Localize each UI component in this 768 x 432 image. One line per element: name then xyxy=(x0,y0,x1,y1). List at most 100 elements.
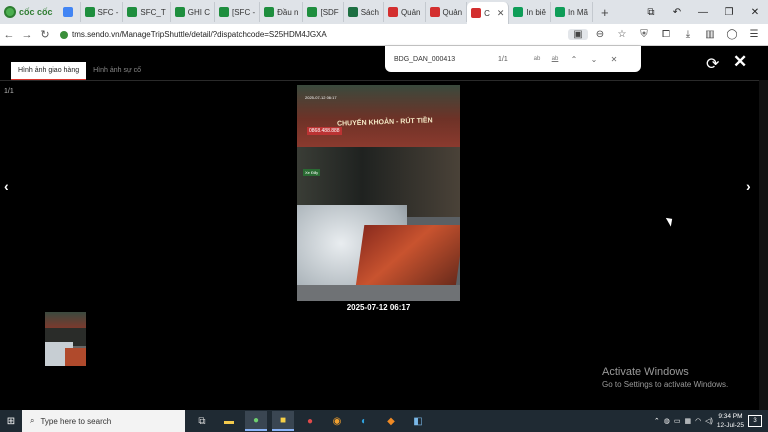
file-explorer-icon[interactable]: ▬ xyxy=(218,411,240,431)
clock[interactable]: 9:34 PM 12-Jul-25 xyxy=(717,412,744,430)
image-viewer: Hình ảnh giao hàng Hình ảnh sự cố 1/1 BD… xyxy=(0,46,768,410)
window-controls: ⧉ ↶ — ❐ ✕ xyxy=(638,0,768,24)
photo-timestamp: 2025-07-12 06:17 xyxy=(346,303,411,312)
taskbar-search[interactable]: ⌕ Type here to search xyxy=(22,410,185,432)
windows-start-icon[interactable]: ⊞ xyxy=(0,416,22,427)
find-prev-icon[interactable]: ⌃ xyxy=(564,55,584,64)
sticky-notes-icon[interactable]: ■ xyxy=(272,411,294,431)
tab-label: GHI C xyxy=(187,7,210,17)
reload-icon[interactable]: ↻ xyxy=(36,28,54,41)
browser-tab[interactable] xyxy=(59,2,81,22)
url-field[interactable]: tms.sendo.vn/ManageTripShuttle/detail/?d… xyxy=(60,27,568,43)
browser-brand[interactable]: cốc cốc xyxy=(0,0,59,24)
page-tools-icon[interactable]: ▣ xyxy=(568,29,588,40)
tab-favicon-icon xyxy=(264,7,275,17)
keyboard-icon[interactable]: ▭ xyxy=(674,417,681,425)
address-bar: ← → ↻ tms.sendo.vn/ManageTripShuttle/det… xyxy=(0,24,768,46)
find-count: 1/1 xyxy=(498,55,508,63)
tab-incident-images[interactable]: Hình ảnh sự cố xyxy=(86,62,148,81)
edge-icon[interactable]: ◐ xyxy=(353,411,375,431)
tray-app-icon[interactable]: ◍ xyxy=(664,417,670,425)
tab-favicon-icon xyxy=(219,7,229,17)
tab-label: [SDF xyxy=(320,7,339,17)
chat-app-icon[interactable]: ● xyxy=(299,411,321,431)
bookmark-star-icon[interactable]: ☆ xyxy=(612,29,632,40)
close-tab-icon[interactable]: ✕ xyxy=(497,8,505,19)
browser-tab[interactable]: Đầu n xyxy=(260,2,304,22)
taskbar-apps: ⧉ ▬ ● ■ ● ◉ ◐ ◆ ◧ xyxy=(191,411,429,431)
browser-tab[interactable]: Quản xyxy=(426,2,468,22)
task-view-icon[interactable]: ⧉ xyxy=(191,411,213,431)
minimize-button[interactable]: — xyxy=(690,7,716,18)
coccoc-logo-icon xyxy=(4,6,16,18)
back-list-icon[interactable]: ↶ xyxy=(664,7,690,18)
delivery-photo: 2025-07-12 06:17 CHUYỂN KHOẢN - RÚT TIỀN… xyxy=(297,85,460,301)
tab-favicon-icon xyxy=(513,7,524,17)
browser-tab[interactable]: In Mã xyxy=(551,2,594,22)
taskbar-search-placeholder: Type here to search xyxy=(40,416,112,426)
search-icon: ⌕ xyxy=(30,416,35,425)
app-blue-icon[interactable]: ◧ xyxy=(407,411,429,431)
tab-search-icon[interactable]: ⧉ xyxy=(638,7,664,18)
browser-tab[interactable]: Quản xyxy=(384,2,426,22)
viewer-tabs: Hình ảnh giao hàng Hình ảnh sự cố xyxy=(11,62,148,81)
tab-favicon-icon xyxy=(307,7,318,17)
browser-tab[interactable]: [SDF xyxy=(303,2,344,22)
notification-center-icon[interactable]: 3 xyxy=(748,415,762,427)
clock-date: 12-Jul-25 xyxy=(716,422,744,429)
chrome-icon[interactable]: ◉ xyxy=(326,411,348,431)
new-tab-button[interactable]: + xyxy=(593,5,617,20)
profile-icon[interactable]: ◯ xyxy=(722,29,742,40)
photo-thumbnail[interactable] xyxy=(45,312,86,366)
wifi-icon[interactable]: ◠ xyxy=(695,417,701,425)
tab-delivery-images[interactable]: Hình ảnh giao hàng xyxy=(11,62,87,81)
photo-watermark: 2025-07-12 06:17 xyxy=(305,95,337,100)
sidebar-icon[interactable]: ▥ xyxy=(700,29,720,40)
volume-icon[interactable]: ◁) xyxy=(705,417,713,425)
network-icon[interactable]: ▦ xyxy=(684,417,691,425)
zoom-icon[interactable]: ⊖ xyxy=(590,29,610,40)
browser-tab[interactable]: SFC - xyxy=(81,2,124,22)
prev-image-arrow-icon[interactable]: ‹ xyxy=(4,178,9,194)
clock-time: 9:34 PM xyxy=(718,413,743,420)
shield-icon[interactable]: ⛨ xyxy=(634,29,654,40)
find-close-icon[interactable]: ✕ xyxy=(604,55,624,64)
browser-tab[interactable]: SFC_T xyxy=(123,2,171,22)
tab-label: In Mã xyxy=(568,7,589,17)
extensions-icon[interactable]: ⧠ xyxy=(656,29,676,40)
close-viewer-icon[interactable]: ✕ xyxy=(733,52,747,72)
browser-tab[interactable]: Sách xyxy=(344,2,384,22)
browser-tab[interactable]: In biê xyxy=(509,2,551,22)
app-orange-icon[interactable]: ◆ xyxy=(380,411,402,431)
next-image-arrow-icon[interactable]: › xyxy=(746,178,751,194)
forward-arrow-icon[interactable]: → xyxy=(18,29,36,41)
page-scrollbar[interactable] xyxy=(759,80,768,410)
tab-label: Sách xyxy=(360,7,379,17)
tab-label: In biê xyxy=(526,7,546,17)
find-next-icon[interactable]: ⌄ xyxy=(584,55,604,64)
tab-label: SFC_T xyxy=(140,7,166,17)
system-tray: ⌃ ◍ ▭ ▦ ◠ ◁) 9:34 PM 12-Jul-25 3 xyxy=(654,412,768,430)
find-input[interactable]: BDG_DAN_000413 xyxy=(394,56,498,63)
browser-tab[interactable]: GHI C xyxy=(171,2,215,22)
tab-label: [SFC - xyxy=(232,7,256,17)
back-arrow-icon[interactable]: ← xyxy=(0,29,18,41)
tab-favicon-icon xyxy=(62,7,73,17)
rotate-icon[interactable]: ⟳ xyxy=(706,54,719,74)
site-info-icon[interactable] xyxy=(60,30,68,39)
activate-title: Activate Windows xyxy=(602,366,689,378)
tab-favicon-icon xyxy=(387,7,398,17)
menu-icon[interactable]: ☰ xyxy=(744,29,764,40)
browser-tab[interactable]: C ✕ xyxy=(467,2,510,24)
whole-word-toggle[interactable]: ab xyxy=(546,56,564,62)
coccoc-taskbar-icon[interactable]: ● xyxy=(245,411,267,431)
browser-tab[interactable]: [SFC - xyxy=(215,2,261,22)
activate-subtitle: Go to Settings to activate Windows. xyxy=(602,380,729,389)
tab-favicon-icon xyxy=(429,7,440,17)
tab-favicon-icon xyxy=(347,7,358,17)
download-icon[interactable]: ⤓ xyxy=(678,29,698,40)
tray-chevron-icon[interactable]: ⌃ xyxy=(654,417,660,425)
maximize-button[interactable]: ❐ xyxy=(716,7,742,18)
close-window-button[interactable]: ✕ xyxy=(742,7,768,18)
match-case-toggle[interactable]: ab xyxy=(528,56,546,62)
